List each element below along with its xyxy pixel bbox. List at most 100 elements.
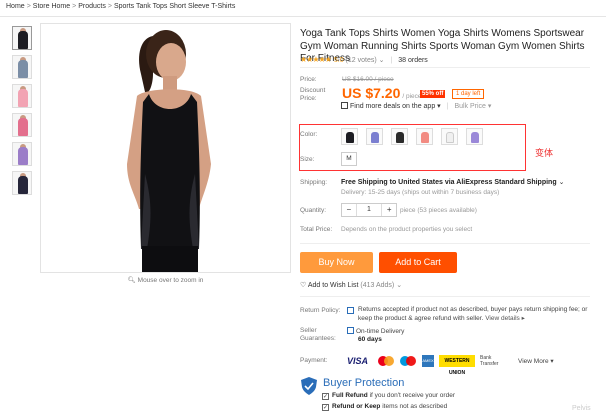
chevron-down-icon[interactable]: ⌄ (559, 179, 565, 186)
chevron-down-icon[interactable]: ⌄ (379, 57, 385, 64)
thumbnail-figure (18, 31, 28, 49)
thumbnail-list (12, 26, 34, 200)
zoom-hint-text: Mouse over to zoom in (137, 277, 204, 284)
magnifier-icon: 🔍︎ (127, 277, 136, 284)
seller-guarantees-label-1: Seller (300, 327, 317, 334)
discount-price-label-2: Price: (300, 95, 317, 102)
rating-score: 5.0 (333, 57, 344, 64)
breadcrumb-current[interactable]: Sports Tank Tops Short Sleeve T-Shirts (114, 3, 235, 10)
swatch-shirt (446, 132, 454, 143)
add-to-cart-button[interactable]: Add to Cart (379, 252, 457, 273)
price-unit: / piece (402, 93, 422, 100)
divider (300, 296, 590, 297)
color-swatch[interactable] (341, 128, 358, 145)
divider (300, 243, 590, 244)
color-swatch[interactable] (416, 128, 433, 145)
on-time-delivery-title: On-time Delivery (356, 328, 405, 335)
orders-count: 38 orders (398, 57, 428, 64)
bulk-price-link[interactable]: Bulk Price (454, 103, 486, 110)
app-deals-row: Find more deals on the app ▾ | Bulk Pric… (341, 102, 491, 110)
thumbnail-figure (18, 118, 28, 136)
seller-guarantees-label-2: Guarantees: (300, 335, 336, 342)
divider: | (390, 57, 393, 64)
size-option-m[interactable]: M (341, 152, 357, 166)
caret-down-icon[interactable]: ▾ (550, 358, 553, 365)
main-product-image[interactable] (40, 23, 291, 273)
bank-transfer-icon: Bank Transfer (480, 355, 512, 367)
variant-highlight-box (299, 124, 526, 171)
shipping-label: Shipping: (300, 179, 328, 186)
color-label: Color: (300, 131, 318, 138)
breadcrumb-home[interactable]: Home (6, 3, 25, 10)
shipping-text: Free Shipping to United States via AliEx… (341, 179, 557, 186)
quantity-increase-button[interactable]: + (382, 204, 396, 216)
discount-price-value: US $7.20 (342, 85, 401, 101)
color-swatch[interactable] (366, 128, 383, 145)
quantity-decrease-button[interactable]: − (342, 204, 356, 216)
votes-link[interactable]: (12 votes) (346, 57, 377, 64)
divider (0, 16, 606, 17)
caret-down-icon[interactable]: ▾ (486, 103, 492, 110)
add-to-wishlist-link[interactable]: Add to Wish List (308, 282, 359, 289)
buyer-protection-title: Buyer Protection (323, 377, 405, 389)
quantity-stepper: − 1 + (341, 203, 397, 217)
star-rating-icon: ★★★★★ (300, 55, 332, 64)
buyer-protection-item: ✓ Full Refund if you don't receive your o… (322, 392, 455, 400)
swatch-shirt (346, 132, 354, 143)
delivery-estimate: Delivery: 15-25 days (ships out within 7… (341, 189, 500, 196)
price-label: Price: (300, 76, 317, 83)
size-label: Size: (300, 156, 315, 163)
wishlist-row[interactable]: ♡ Add to Wish List (413 Adds) ⌄ (300, 281, 402, 289)
quantity-input[interactable]: 1 (355, 204, 383, 216)
full-refund-text: if you don't receive your order (369, 392, 455, 399)
total-price-label: Total Price: (300, 226, 333, 233)
on-time-delivery: On-time Delivery (347, 327, 404, 335)
caret-down-icon[interactable]: ▾ (435, 103, 441, 110)
heart-icon[interactable]: ♡ (300, 282, 306, 289)
thumbnail[interactable] (12, 84, 32, 108)
thumbnail-figure (18, 89, 28, 107)
view-more-text[interactable]: View More (518, 358, 549, 365)
buy-now-button[interactable]: Buy Now (300, 252, 373, 273)
chevron-down-icon[interactable]: ⌄ (396, 282, 402, 289)
chevron-right-icon[interactable]: ▸ (520, 315, 525, 322)
breadcrumb-products[interactable]: Products (78, 3, 106, 10)
shipping-method[interactable]: Free Shipping to United States via AliEx… (341, 178, 564, 186)
amex-icon: AMEX (422, 355, 434, 367)
full-refund-label: Full Refund (332, 392, 368, 399)
view-details-link[interactable]: View details (485, 315, 520, 322)
maestro-icon (400, 355, 417, 367)
visa-icon: VISA (347, 356, 369, 366)
thumbnail[interactable] (12, 142, 32, 166)
discount-price: US $7.20/ piece (342, 85, 422, 101)
quantity-label: Quantity: (300, 207, 327, 214)
zoom-hint: 🔍︎ Mouse over to zoom in (40, 276, 291, 284)
swatch-shirt (396, 132, 404, 143)
breadcrumb-store-home[interactable]: Store Home (33, 3, 70, 10)
breadcrumb: Home > Store Home > Products > Sports Tank Top… (6, 3, 236, 10)
total-price-text: Depends on the product properties you se… (341, 226, 473, 233)
days-left-badge: 1 day left (452, 89, 485, 99)
return-policy-body: Returns accepted if product not as descr… (358, 306, 588, 322)
color-swatch[interactable] (391, 128, 408, 145)
view-more-payment[interactable]: View More ▾ (518, 357, 554, 365)
color-swatch[interactable] (441, 128, 458, 145)
discount-price-label-1: Discount (300, 87, 326, 94)
refund-or-keep-label: Refund or Keep (332, 403, 381, 410)
wishlist-count: (413 Adds) (360, 282, 395, 289)
thumbnail[interactable] (12, 55, 32, 79)
rating-row: ★★★★★ 5.0 (12 votes) ⌄ | 38 orders (300, 55, 428, 64)
shield-icon (301, 377, 317, 395)
discount-badge: 55% off (420, 90, 446, 98)
app-deals-link[interactable]: Find more deals on the app (350, 103, 435, 110)
return-policy-icon (347, 307, 356, 315)
color-swatch[interactable] (466, 128, 483, 145)
thumbnail[interactable] (12, 171, 32, 195)
watermark: Pelvis (572, 405, 591, 412)
quantity-available: piece (53 pieces available) (400, 207, 477, 214)
return-policy-label: Return Policy: (300, 307, 341, 314)
thumbnail[interactable] (12, 113, 32, 137)
checkbox-icon: ✓ (322, 393, 329, 400)
swatch-shirt (471, 132, 479, 143)
thumbnail[interactable] (12, 26, 32, 50)
